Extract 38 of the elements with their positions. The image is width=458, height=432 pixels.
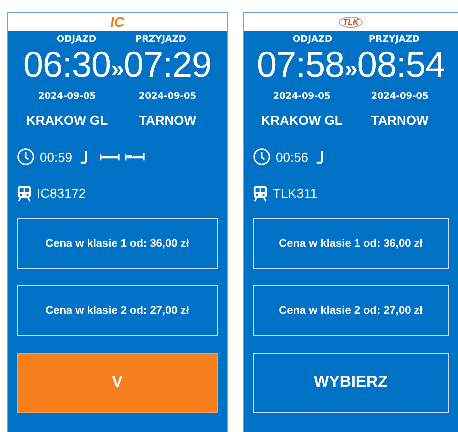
arrival-label: PRZYJAZD [369,35,421,45]
train-icon [253,185,268,202]
departure-date: 2024-09-05 [272,92,332,102]
train-number: TLK311 [273,186,318,201]
seat-icon [80,150,89,164]
departure-station: KRAKOW GL [25,113,110,128]
price-button[interactable]: Cena w klasie 2 od: 27,00 zł [253,285,449,336]
separator: » [111,55,124,85]
departure-date: 2024-09-05 [37,92,98,102]
seat-icon [316,150,325,164]
train-icon [17,185,32,202]
price-button[interactable]: Cena w klasie 1 od: 36,00 zł [253,218,449,269]
arrival-date: 2024-09-05 [138,92,198,102]
arrival-time: 07:29 [124,45,212,85]
arrival-label: PRZYJAZD [136,35,188,45]
departure-label: ODJAZD [293,35,334,45]
price-button[interactable]: Cena w klasie 2 od: 27,00 zł [17,285,218,336]
bed-icon [100,152,120,162]
couchette-icon [124,152,145,162]
train-number: IC83172 [37,186,86,201]
clock-icon [17,148,35,166]
arrival-time: 08:54 [357,45,446,85]
duration: 00:59 [40,150,73,164]
price-button[interactable]: Cena w klasie 1 od: 36,00 zł [17,218,218,269]
duration: 00:56 [276,150,309,164]
departure-time: 06:30 [23,45,112,85]
select-button[interactable]: WYBIERZ [253,353,449,413]
separator: » [344,55,358,85]
departure-time: 07:58 [256,45,345,85]
departure-station: KRAKOW GL [260,113,344,128]
clock-icon [253,148,271,166]
arrival-station: TARNOW [370,113,430,128]
arrival-date: 2024-09-05 [370,92,430,102]
carrier-logo: IC [110,14,124,30]
departure-label: ODJAZD [57,35,98,45]
carrier-logo: TLK [339,16,363,28]
arrival-station: TARNOW [138,113,198,128]
select-button[interactable]: V [17,353,218,413]
